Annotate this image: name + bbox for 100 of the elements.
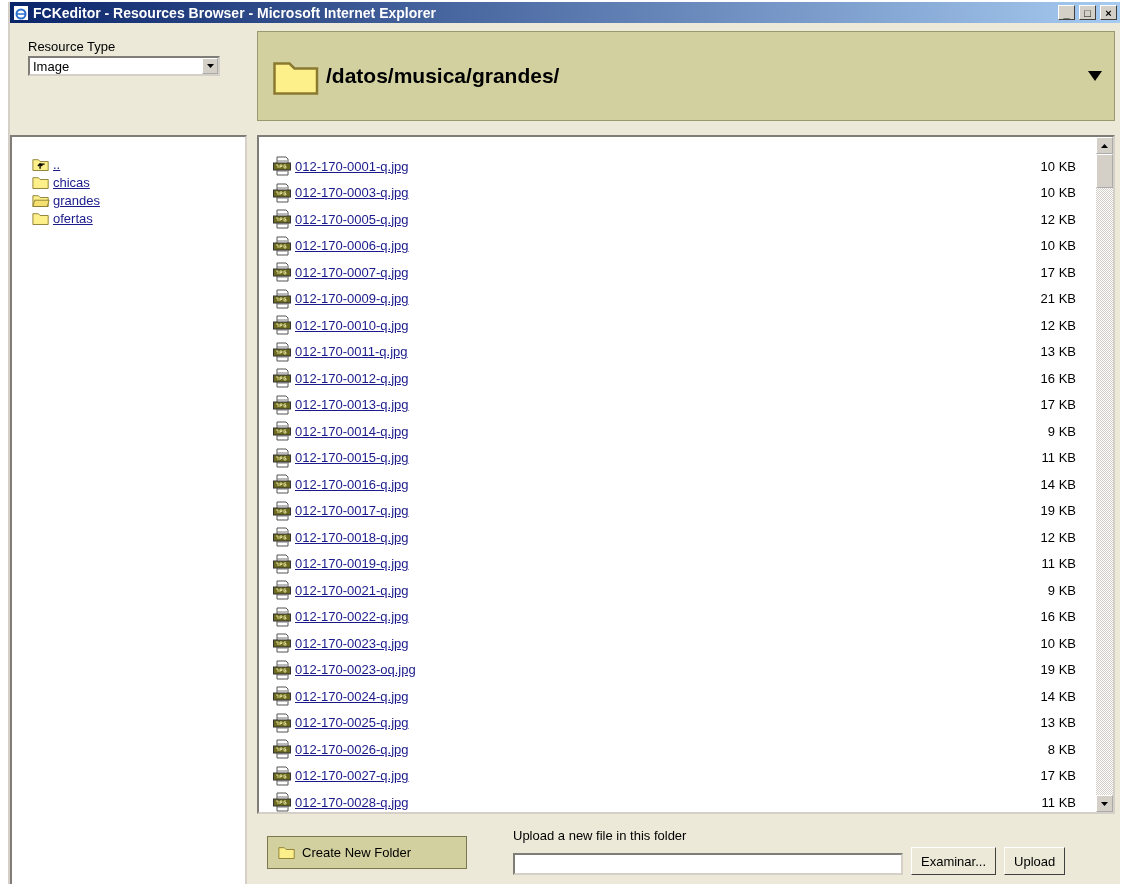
file-size: 9 KB [1047,582,1076,598]
file-size: 8 KB [1047,741,1076,757]
scroll-up-button[interactable] [1096,137,1113,154]
file-link[interactable]: 012-170-0015-q.jpg [295,450,409,466]
folder-link[interactable]: grandes [53,193,100,208]
jpg-file-icon [273,182,291,203]
jpg-file-icon [273,765,291,786]
jpg-file-icon [273,421,291,442]
file-link[interactable]: 012-170-0024-q.jpg [295,688,409,704]
window-control-button[interactable]: _ [1058,5,1075,20]
file-input-field[interactable] [513,853,903,875]
file-size: 12 KB [1040,529,1076,545]
jpg-file-icon [273,262,291,283]
file-link[interactable]: 012-170-0012-q.jpg [295,370,409,386]
jpg-file-icon [273,474,291,495]
jpg-file-icon [273,315,291,336]
file-link[interactable]: 012-170-0023-oq.jpg [295,662,416,678]
folder-link[interactable]: ofertas [53,211,93,226]
file-link[interactable]: 012-170-0006-q.jpg [295,238,409,254]
file-size: 11 KB [1041,794,1076,810]
jpg-file-icon [273,500,291,521]
file-link[interactable]: 012-170-0005-q.jpg [295,211,409,227]
window-title: FCKeditor - Resources Browser - Microsoft Internet Explorer [33,4,437,21]
file-size: 11 KB [1041,556,1076,572]
browse-button[interactable]: Examinar... [911,847,997,875]
file-size: 17 KB [1040,264,1076,280]
file-link[interactable]: 012-170-0026-q.jpg [295,741,409,757]
file-size: 16 KB [1040,370,1076,386]
file-link[interactable]: 012-170-0025-q.jpg [295,715,409,731]
file-size: 13 KB [1040,344,1076,360]
window-control-button[interactable]: × [1100,5,1117,20]
file-size: 12 KB [1040,317,1076,333]
file-link[interactable]: 012-170-0018-q.jpg [295,529,409,545]
create-folder-button[interactable]: Create New Folder [267,836,467,869]
file-size: 19 KB [1040,662,1076,678]
resource-type-label: Resource Type [28,39,117,54]
scroll-down-button[interactable] [1096,795,1113,812]
caret-down-icon [1101,801,1108,806]
file-link[interactable]: 012-170-0017-q.jpg [295,503,409,519]
folder-link[interactable]: chicas [53,175,90,190]
jpg-file-icon [273,553,291,574]
jpg-file-icon [273,235,291,256]
jpg-file-icon [273,156,291,177]
jpg-file-icon [273,633,291,654]
file-link[interactable]: 012-170-0021-q.jpg [295,582,409,598]
file-link[interactable]: 012-170-0016-q.jpg [295,476,409,492]
jpg-file-icon [273,739,291,760]
dropdown-arrow-icon[interactable] [1088,71,1102,81]
file-size: 11 KB [1041,450,1076,466]
jpg-file-icon [273,659,291,680]
file-link[interactable]: 012-170-0010-q.jpg [295,317,409,333]
folder-icon [278,845,296,860]
file-link[interactable]: 012-170-0007-q.jpg [295,264,409,280]
caret-up-icon [1101,143,1108,148]
jpg-file-icon [273,527,291,548]
file-size: 9 KB [1047,423,1076,439]
file-size: 14 KB [1040,476,1076,492]
jpg-file-icon [273,394,291,415]
scrollbar-thumb[interactable] [1096,154,1113,188]
caret-down-icon [206,64,214,68]
file-link[interactable]: 012-170-0019-q.jpg [295,556,409,572]
file-link[interactable]: 012-170-0022-q.jpg [295,609,409,625]
file-link[interactable]: 012-170-0027-q.jpg [295,768,409,784]
file-size: 10 KB [1040,635,1076,651]
jpg-file-icon [273,209,291,230]
folder-link[interactable]: .. [53,157,61,172]
open-folder-icon [32,193,50,208]
file-size: 17 KB [1040,768,1076,784]
jpg-file-icon [273,686,291,707]
file-size: 21 KB [1040,291,1076,307]
file-size: 19 KB [1040,503,1076,519]
browser-icon [13,4,29,21]
file-link[interactable]: 012-170-0001-q.jpg [295,158,409,174]
file-link[interactable]: 012-170-0028-q.jpg [295,794,409,810]
resource-type-select[interactable]: Image [28,56,220,76]
file-link[interactable]: 012-170-0003-q.jpg [295,185,409,201]
file-link[interactable]: 012-170-0023-q.jpg [295,635,409,651]
folder-icon [32,175,50,190]
upload-button[interactable]: Upload [1004,847,1066,875]
folder-up-icon [32,157,50,172]
file-size: 13 KB [1040,715,1076,731]
upload-label: Upload a new file in this folder [513,828,688,843]
folder-icon [32,211,50,226]
file-size: 16 KB [1040,609,1076,625]
jpg-file-icon [273,712,291,733]
scrollbar[interactable] [1096,137,1113,812]
window-control-button[interactable]: □ [1079,5,1096,20]
file-size: 10 KB [1040,185,1076,201]
jpg-file-icon [273,606,291,627]
jpg-file-icon [273,341,291,362]
jpg-file-icon [273,447,291,468]
file-size: 12 KB [1040,211,1076,227]
file-size: 17 KB [1040,397,1076,413]
file-link[interactable]: 012-170-0013-q.jpg [295,397,409,413]
file-link[interactable]: 012-170-0014-q.jpg [295,423,409,439]
file-link[interactable]: 012-170-0011-q.jpg [295,344,408,360]
file-size: 10 KB [1040,238,1076,254]
jpg-file-icon [273,580,291,601]
file-link[interactable]: 012-170-0009-q.jpg [295,291,409,307]
file-size: 10 KB [1040,158,1076,174]
